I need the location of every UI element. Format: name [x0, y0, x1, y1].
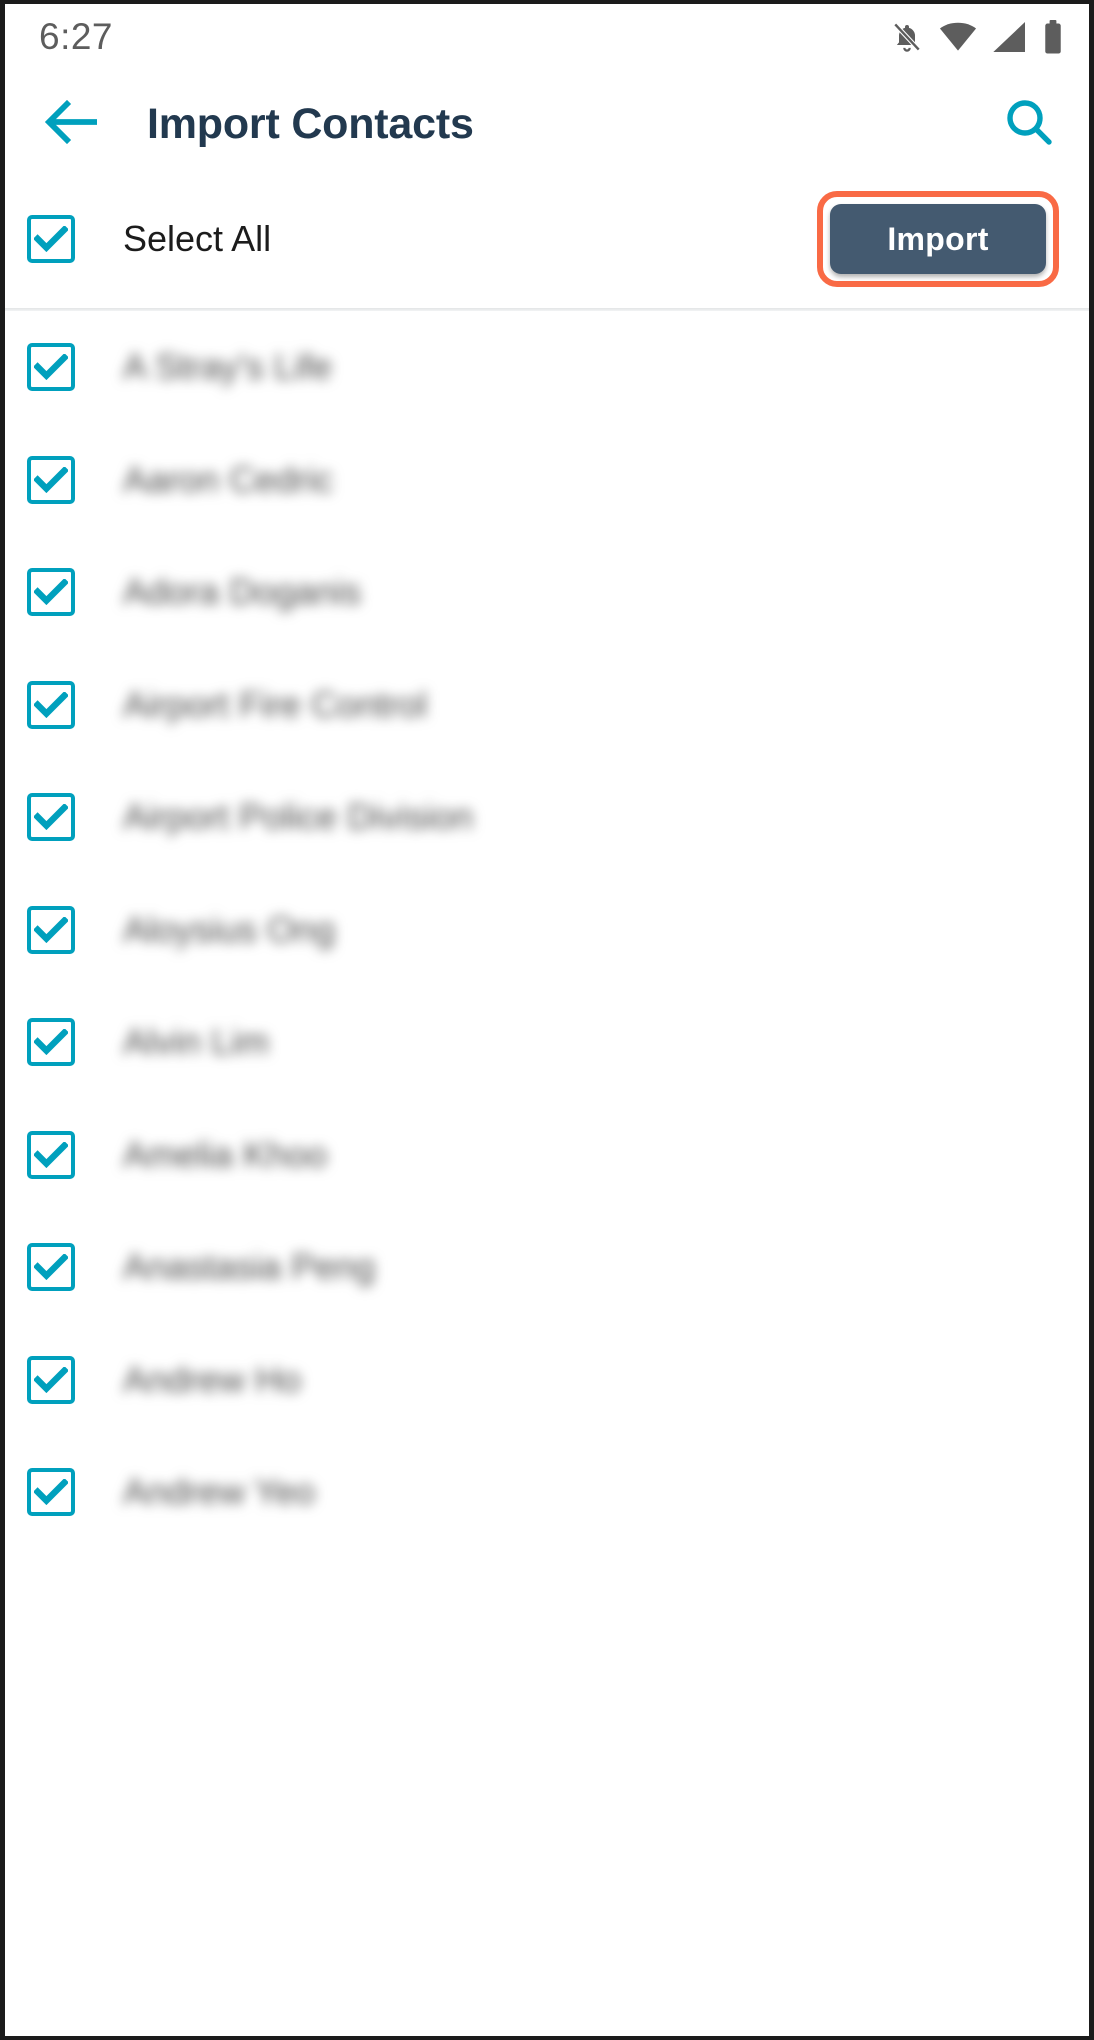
checkmark-icon: [34, 1254, 68, 1281]
contact-list[interactable]: A Stray's Life Aaron Cedric Adora Dogani…: [5, 311, 1089, 1549]
list-item[interactable]: Alvin Lim: [5, 986, 1089, 1099]
contact-checkbox[interactable]: [27, 568, 75, 617]
select-all-checkbox[interactable]: [27, 215, 75, 263]
import-button[interactable]: Import: [830, 204, 1046, 274]
list-item[interactable]: Airport Police Division: [5, 761, 1089, 874]
contact-name: Andrew Ho: [123, 1358, 302, 1400]
checkmark-icon: [34, 804, 68, 831]
checkmark-icon: [34, 226, 68, 252]
contact-checkbox[interactable]: [27, 343, 75, 392]
contact-name: Airport Police Division: [123, 796, 474, 838]
contact-name: Anastasia Peng: [123, 1246, 376, 1288]
contact-checkbox[interactable]: [27, 793, 75, 842]
back-button[interactable]: [43, 96, 99, 152]
list-item[interactable]: Andrew Ho: [5, 1324, 1089, 1437]
notifications-off-icon: [891, 20, 923, 54]
checkmark-icon: [34, 579, 68, 606]
app-bar: Import Contacts: [5, 70, 1089, 178]
search-button[interactable]: [999, 94, 1059, 154]
contact-name: A Stray's Life: [123, 346, 332, 388]
import-button-highlight: Import: [817, 191, 1059, 287]
checkmark-icon: [34, 691, 68, 718]
contact-checkbox[interactable]: [27, 1468, 75, 1517]
status-bar: 6:27: [5, 4, 1089, 70]
status-bar-clock: 6:27: [39, 16, 114, 57]
phone-screen: 6:27 Import Contacts Select All Import A…: [0, 0, 1094, 2040]
select-all-bar: Select All Import: [5, 178, 1089, 300]
contact-checkbox[interactable]: [27, 1355, 75, 1404]
wifi-icon: [939, 22, 977, 52]
contact-name: Andrew Yeo: [123, 1471, 316, 1513]
list-item[interactable]: Adora Doganis: [5, 536, 1089, 649]
contact-name: Alvin Lim: [123, 1021, 270, 1063]
checkmark-icon: [34, 1141, 68, 1168]
checkmark-icon: [34, 1366, 68, 1393]
list-item[interactable]: Anastasia Peng: [5, 1211, 1089, 1324]
contact-checkbox[interactable]: [27, 905, 75, 954]
contact-checkbox[interactable]: [27, 1130, 75, 1179]
battery-icon: [1043, 20, 1063, 54]
search-icon: [1003, 96, 1055, 153]
list-item[interactable]: Amelia Khoo: [5, 1099, 1089, 1212]
list-item[interactable]: Aloysius Ong: [5, 874, 1089, 987]
contact-name: Adora Doganis: [123, 571, 362, 613]
contact-name: Aloysius Ong: [123, 908, 336, 950]
list-item[interactable]: A Stray's Life: [5, 311, 1089, 424]
list-item[interactable]: Andrew Yeo: [5, 1436, 1089, 1549]
checkmark-icon: [34, 466, 68, 493]
signal-icon: [993, 22, 1027, 52]
status-bar-icons: [891, 20, 1063, 54]
contact-name: Aaron Cedric: [123, 458, 334, 500]
page-title: Import Contacts: [147, 99, 474, 148]
contact-checkbox[interactable]: [27, 680, 75, 729]
checkmark-icon: [34, 1029, 68, 1056]
contact-checkbox[interactable]: [27, 1243, 75, 1292]
import-button-label: Import: [887, 220, 989, 257]
checkmark-icon: [34, 1479, 68, 1506]
checkmark-icon: [34, 916, 68, 943]
contact-name: Airport Fire Control: [123, 683, 428, 725]
list-item[interactable]: Aaron Cedric: [5, 424, 1089, 537]
contact-checkbox[interactable]: [27, 455, 75, 504]
select-all-label: Select All: [123, 218, 272, 259]
contact-name: Amelia Khoo: [123, 1133, 328, 1175]
contact-checkbox[interactable]: [27, 1018, 75, 1067]
checkmark-icon: [34, 354, 68, 381]
arrow-back-icon: [44, 99, 98, 149]
list-item[interactable]: Airport Fire Control: [5, 649, 1089, 762]
